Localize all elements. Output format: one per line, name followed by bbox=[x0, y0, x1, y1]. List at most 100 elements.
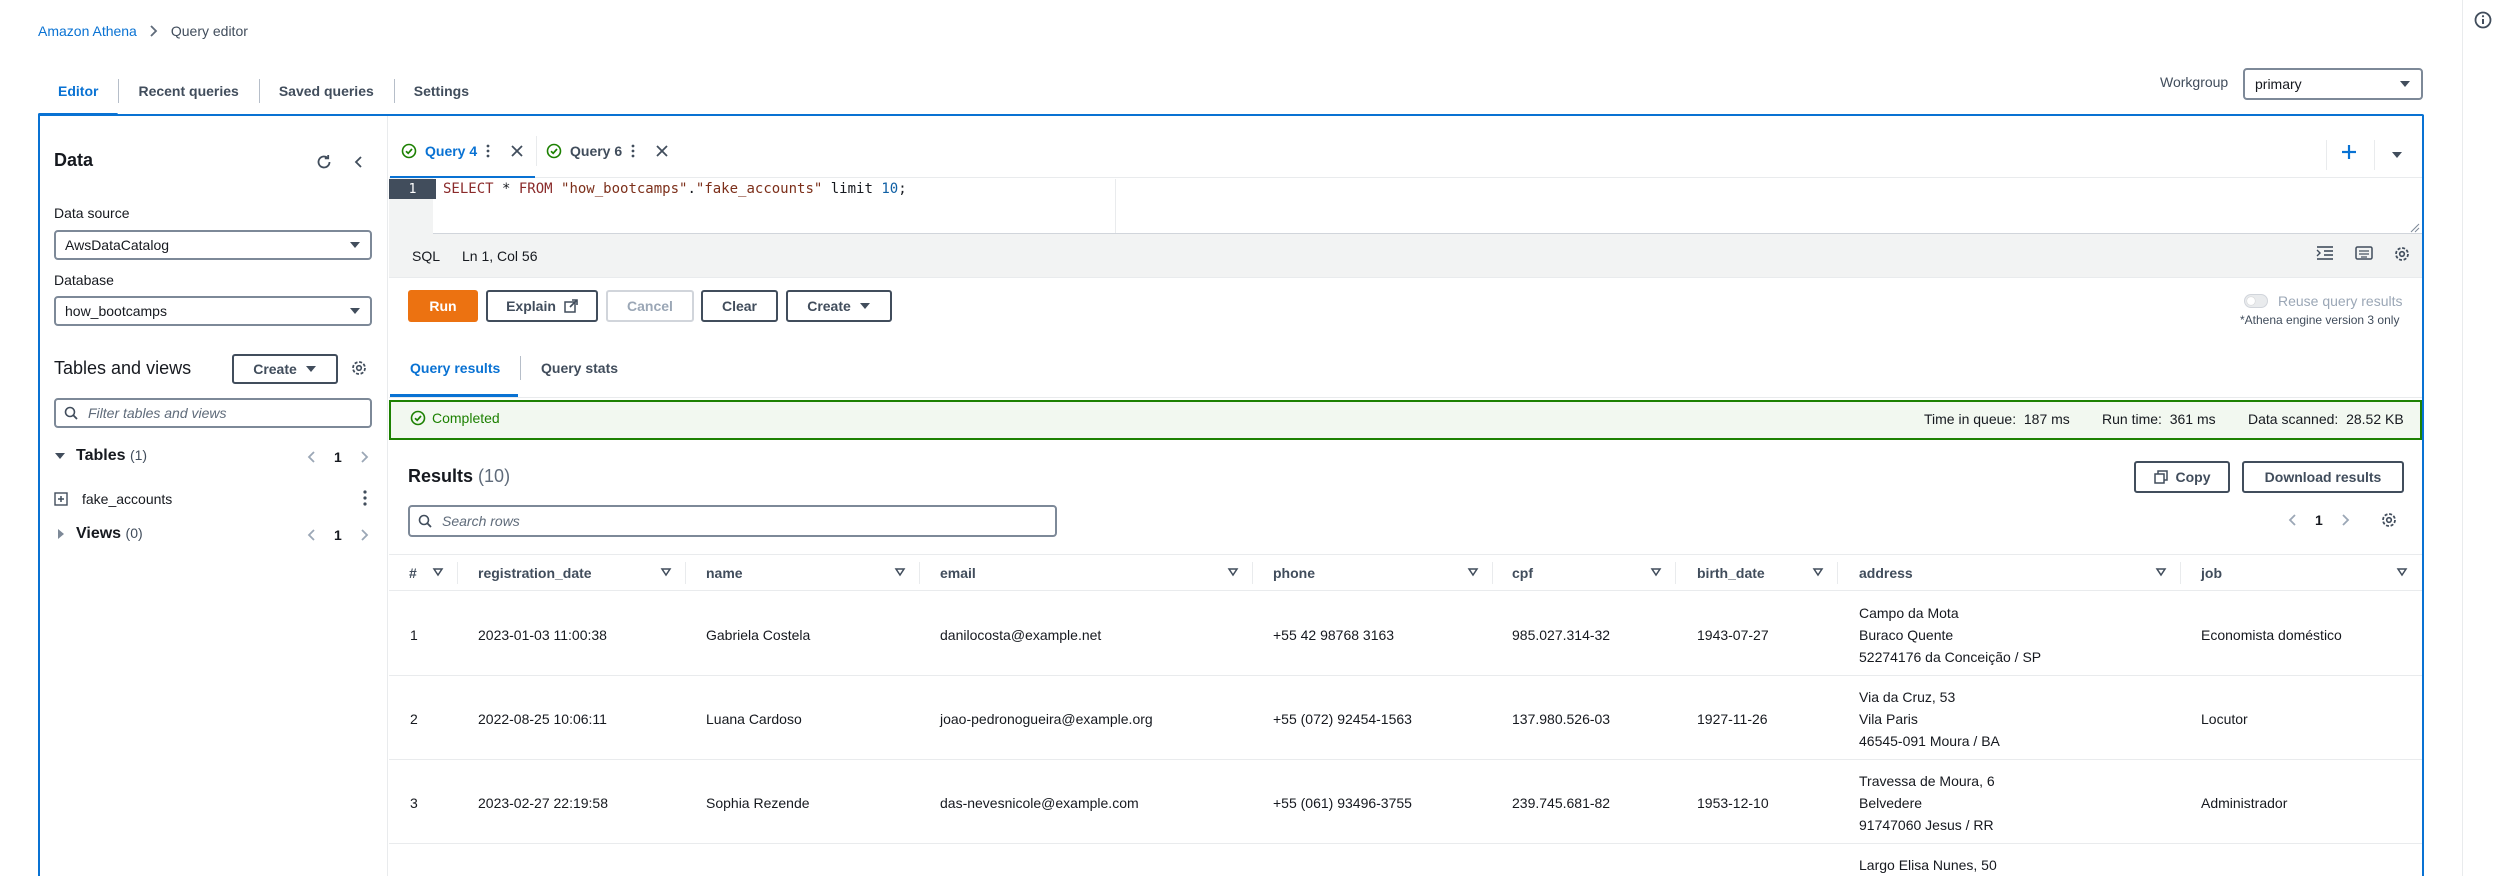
download-results-button[interactable]: Download results bbox=[2242, 461, 2404, 493]
language-indicator: SQL bbox=[412, 248, 441, 264]
tab-query-results[interactable]: Query results bbox=[410, 360, 500, 376]
column-header-job[interactable]: job bbox=[2201, 565, 2222, 581]
data-source-label: Data source bbox=[54, 205, 130, 221]
tables-label: Tables (1) bbox=[76, 447, 148, 464]
tab-divider bbox=[2326, 140, 2327, 170]
breadcrumb-athena-link[interactable]: Amazon Athena bbox=[38, 23, 137, 39]
cursor-position: Ln 1, Col 56 bbox=[462, 248, 538, 264]
cancel-button[interactable]: Cancel bbox=[606, 290, 694, 322]
caret-down-icon bbox=[55, 453, 65, 459]
create-label: Create bbox=[807, 298, 851, 314]
create-button[interactable]: Create bbox=[786, 290, 892, 322]
query-tab-6[interactable]: Query 6 bbox=[546, 136, 670, 166]
sort-caret-icon[interactable] bbox=[660, 566, 672, 578]
clear-button[interactable]: Clear bbox=[701, 290, 778, 322]
views-group-header[interactable]: Views (0) bbox=[56, 525, 143, 543]
close-icon[interactable] bbox=[654, 143, 670, 159]
format-query-icon[interactable] bbox=[2316, 245, 2336, 263]
sort-caret-icon[interactable] bbox=[1812, 566, 1824, 578]
column-header-index[interactable]: # bbox=[409, 565, 417, 581]
code-token: "how_bootcamps" bbox=[552, 181, 688, 197]
tab-settings[interactable]: Settings bbox=[393, 66, 489, 116]
sort-caret-icon[interactable] bbox=[2396, 566, 2408, 578]
table-item[interactable]: fake_accounts bbox=[54, 489, 374, 509]
create-table-button[interactable]: Create bbox=[232, 354, 338, 384]
expand-plus-icon[interactable] bbox=[54, 492, 68, 506]
gear-icon[interactable] bbox=[348, 357, 370, 379]
search-rows-input[interactable]: Search rows bbox=[408, 505, 1057, 537]
table-actions-icon[interactable] bbox=[362, 489, 370, 507]
sort-caret-icon[interactable] bbox=[432, 566, 444, 578]
sort-caret-icon[interactable] bbox=[2155, 566, 2167, 578]
filter-tables-input[interactable]: Filter tables and views bbox=[54, 398, 372, 428]
data-scanned: Data scanned: 28.52 KB bbox=[2248, 411, 2404, 427]
chevron-left-icon[interactable] bbox=[306, 450, 316, 464]
more-vertical-icon[interactable] bbox=[630, 143, 636, 159]
column-header-address[interactable]: address bbox=[1859, 565, 1913, 581]
database-label: Database bbox=[54, 272, 114, 288]
sort-caret-icon[interactable] bbox=[894, 566, 906, 578]
cell-job: Administrador bbox=[2201, 795, 2288, 811]
code-token: ; bbox=[898, 181, 907, 197]
column-divider bbox=[2180, 562, 2181, 584]
results-page[interactable]: 1 bbox=[2315, 512, 2323, 528]
tables-page[interactable]: 1 bbox=[334, 449, 342, 465]
query-tabs-bar bbox=[389, 116, 2422, 178]
column-header-birth-date[interactable]: birth_date bbox=[1697, 565, 1765, 581]
column-header-email[interactable]: email bbox=[940, 565, 976, 581]
right-gutter-divider bbox=[2462, 0, 2463, 876]
tab-query-stats[interactable]: Query stats bbox=[541, 360, 618, 376]
results-table-header bbox=[389, 554, 2422, 591]
sort-caret-icon[interactable] bbox=[1650, 566, 1662, 578]
sql-code[interactable]: SELECT * FROM "how_bootcamps"."fake_acco… bbox=[443, 181, 907, 197]
chevron-right-icon[interactable] bbox=[360, 450, 370, 464]
info-icon[interactable] bbox=[2473, 10, 2493, 30]
chevron-right-icon[interactable] bbox=[360, 528, 370, 542]
tabs-menu-icon[interactable] bbox=[2391, 147, 2403, 158]
chevron-right-icon[interactable] bbox=[2341, 513, 2351, 527]
chevron-left-icon[interactable] bbox=[2287, 513, 2297, 527]
column-header-phone[interactable]: phone bbox=[1273, 565, 1315, 581]
database-select[interactable]: how_bootcamps bbox=[54, 296, 372, 326]
column-header-name[interactable]: name bbox=[706, 565, 743, 581]
query-tab-4[interactable]: Query 4 bbox=[401, 136, 525, 166]
column-header-cpf[interactable]: cpf bbox=[1512, 565, 1533, 581]
tab-divider bbox=[2374, 140, 2375, 170]
sort-caret-icon[interactable] bbox=[1227, 566, 1239, 578]
tables-group-header[interactable]: Tables (1) bbox=[54, 447, 147, 465]
cell-phone: +55 42 98768 3163 bbox=[1273, 627, 1395, 643]
copy-button[interactable]: Copy bbox=[2134, 461, 2230, 493]
resize-handle-icon[interactable] bbox=[2410, 220, 2420, 233]
sort-caret-icon[interactable] bbox=[1467, 566, 1479, 578]
explain-button[interactable]: Explain bbox=[486, 290, 598, 322]
caret-down-icon bbox=[350, 242, 360, 248]
column-header-registration-date[interactable]: registration_date bbox=[478, 565, 592, 581]
chevron-left-icon[interactable] bbox=[306, 528, 316, 542]
gear-icon[interactable] bbox=[2380, 511, 2398, 529]
cell-registration-date: 2023-02-27 22:19:58 bbox=[478, 795, 608, 811]
data-source-select[interactable]: AwsDataCatalog bbox=[54, 230, 372, 260]
data-panel-title: Data bbox=[54, 150, 94, 170]
tab-saved-queries[interactable]: Saved queries bbox=[258, 66, 394, 116]
close-icon[interactable] bbox=[509, 143, 525, 159]
tab-recent-queries[interactable]: Recent queries bbox=[118, 66, 258, 116]
more-vertical-icon[interactable] bbox=[485, 143, 491, 159]
cell-name: Gabriela Costela bbox=[706, 627, 811, 643]
time-in-queue: Time in queue: 187 ms bbox=[1924, 411, 2070, 427]
keyboard-icon[interactable] bbox=[2355, 245, 2375, 263]
add-query-icon[interactable] bbox=[2340, 143, 2358, 161]
run-button[interactable]: Run bbox=[408, 290, 478, 322]
views-page[interactable]: 1 bbox=[334, 527, 342, 543]
external-link-icon bbox=[564, 299, 578, 313]
workgroup-select[interactable]: primary bbox=[2243, 68, 2423, 100]
run-time: Run time: 361 ms bbox=[2102, 411, 2216, 427]
cell-address: Travessa de Moura, 6 Belvedere 91747060 Je… bbox=[1859, 773, 1995, 833]
refresh-icon[interactable] bbox=[313, 151, 335, 173]
reuse-results-toggle[interactable] bbox=[2244, 294, 2268, 308]
cell-email: das-nevesnicole@example.com bbox=[940, 795, 1139, 811]
table-item-name[interactable]: fake_accounts bbox=[82, 491, 172, 507]
gear-icon[interactable] bbox=[2393, 245, 2411, 263]
cell-index: 2 bbox=[410, 711, 418, 727]
tab-editor[interactable]: Editor bbox=[38, 66, 119, 116]
collapse-panel-icon[interactable] bbox=[348, 151, 370, 173]
